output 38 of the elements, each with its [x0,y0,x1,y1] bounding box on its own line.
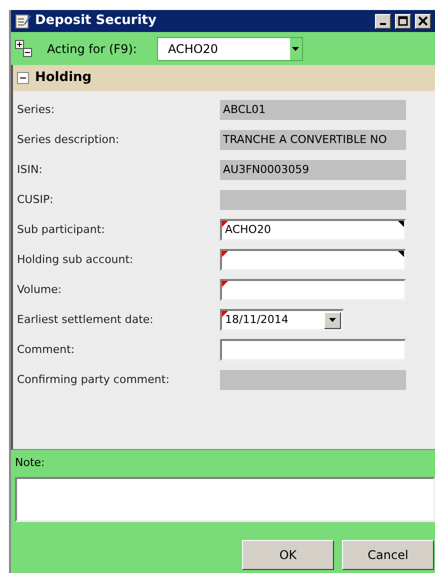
cancel-button[interactable]: Cancel [342,540,434,570]
section-header[interactable]: Holding [13,65,435,91]
field-label: Holding sub account: [17,252,134,268]
field-label: Series description: [17,132,120,148]
field-label: CUSIP: [17,192,54,208]
field-label: Comment: [17,342,76,358]
caret-icon [329,318,336,322]
date-picker[interactable]: 18/11/2014 [220,309,344,331]
acting-for-label: Acting for (F9): [47,40,137,58]
collapse-icon [17,72,29,84]
maximize-icon [398,16,408,26]
field-label: Earliest settlement date: [17,312,154,328]
read-only-field: ABCL01 [220,100,406,120]
minimize-button[interactable] [375,14,391,28]
maximize-button[interactable] [395,14,411,28]
window-title: Deposit Security [35,12,158,30]
section-title: Holding [35,69,92,88]
read-only-field: AU3FN0003059 [220,160,406,180]
field-label: Series: [17,102,56,118]
input-field[interactable]: ACHO20 [220,219,406,241]
field-label: ISIN: [17,162,44,178]
input-field[interactable] [220,249,406,271]
expand-collapse-icon[interactable] [15,40,33,58]
minimize-icon [380,22,386,25]
note-field[interactable] [15,476,435,522]
close-icon [418,16,428,26]
note-label: Note: [15,455,46,471]
read-only-field: TRANCHE A CONVERTIBLE NO [220,130,406,150]
input-field[interactable] [220,339,406,361]
acting-for-dropdown[interactable]: ACHO20 [156,36,303,60]
field-label: Sub participant: [17,222,106,238]
field-label: Volume: [17,282,63,298]
window-icon [15,13,31,29]
ok-button[interactable]: OK [242,540,334,570]
close-button[interactable] [415,14,431,28]
caret-icon [292,46,300,50]
input-field[interactable] [220,279,406,301]
field-label: Confirming party comment: [17,372,170,388]
